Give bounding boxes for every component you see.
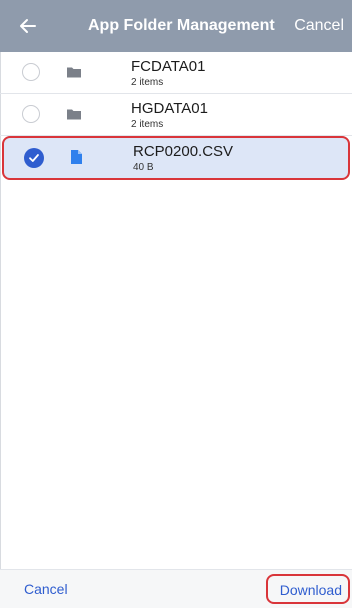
- download-button[interactable]: Download: [265, 574, 350, 604]
- header-bar: App Folder Management Cancel: [0, 0, 352, 52]
- page-title: App Folder Management: [88, 17, 275, 34]
- select-radio-checked[interactable]: [24, 148, 44, 168]
- file-name: FCDATA01: [131, 58, 206, 75]
- checkmark-icon: [29, 154, 39, 162]
- file-name: HGDATA01: [131, 100, 208, 117]
- back-button[interactable]: [14, 12, 42, 40]
- cancel-button[interactable]: Cancel: [24, 570, 68, 608]
- file-meta: 40 B: [133, 162, 154, 173]
- document-icon: [71, 150, 82, 164]
- file-meta: 2 items: [131, 77, 164, 88]
- file-list: FCDATA01 2 items HGDATA01 2 items RCP020…: [0, 52, 352, 180]
- list-item-fcdata01[interactable]: FCDATA01 2 items: [0, 52, 352, 94]
- select-radio[interactable]: [22, 63, 40, 81]
- folder-icon: [67, 67, 81, 78]
- list-item-hgdata01[interactable]: HGDATA01 2 items: [0, 94, 352, 136]
- file-name: RCP0200.CSV: [133, 143, 234, 160]
- list-item-rcp0200-csv[interactable]: RCP0200.CSV 40 B: [2, 136, 350, 180]
- select-radio[interactable]: [22, 105, 40, 123]
- arrow-left-icon: [20, 19, 36, 33]
- file-meta: 2 items: [131, 119, 164, 130]
- header-cancel-button[interactable]: Cancel: [294, 0, 344, 52]
- folder-icon: [67, 109, 81, 120]
- app-folder-management-screen: App Folder Management Cancel FCDATA01 2 …: [0, 0, 352, 608]
- bottom-toolbar: Cancel Download: [0, 569, 352, 608]
